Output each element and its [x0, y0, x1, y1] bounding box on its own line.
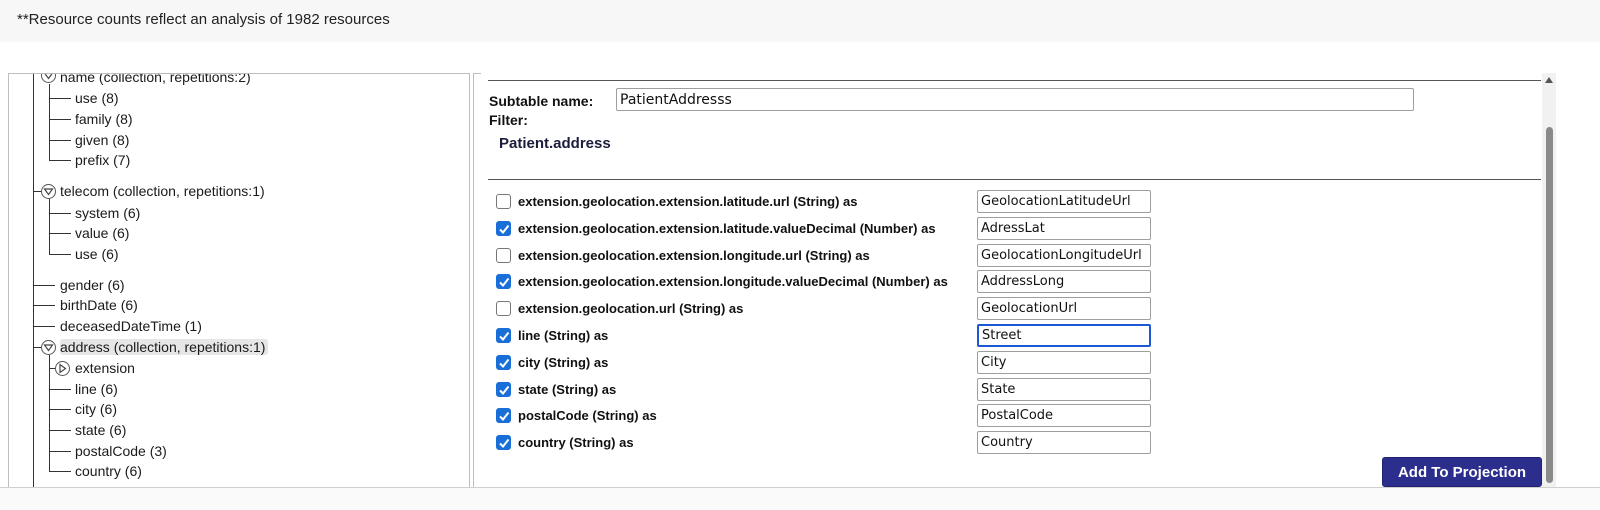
tree-node-address-country[interactable]: country (6)	[75, 463, 142, 479]
field-row-extension-geolocation-extension-longitude-url: extension.geolocation.extension.longitud…	[496, 243, 1156, 268]
field-alias-input[interactable]	[977, 270, 1151, 294]
tree-node-address-extension[interactable]: extension	[75, 360, 135, 376]
collapse-telecom-icon[interactable]	[41, 184, 56, 199]
field-row-country: country (String) as	[496, 431, 1156, 455]
field-alias-input[interactable]	[977, 243, 1151, 267]
field-alias-input[interactable]	[977, 350, 1151, 374]
tree-node-address-city[interactable]: city (6)	[75, 401, 117, 417]
tree-node-gender[interactable]: gender (6)	[60, 277, 125, 293]
resource-tree[interactable]: name (collection, repetitions:2) use (8)…	[8, 73, 481, 487]
field-row-extension-geolocation-extension-longitude-valuedecimal: extension.geolocation.extension.longitud…	[496, 270, 1156, 294]
field-label: line (String) as	[518, 328, 609, 343]
tree-node-name-family[interactable]: family (8)	[75, 111, 133, 127]
field-row-city: city (String) as	[496, 350, 1156, 375]
collapse-name-icon[interactable]	[41, 74, 56, 83]
field-label: extension.geolocation.extension.latitude…	[518, 220, 936, 236]
field-label: country (String) as	[518, 435, 634, 451]
tree-node-telecom-system[interactable]: system (6)	[75, 205, 140, 221]
field-label: extension.geolocation.extension.latitude…	[518, 194, 858, 209]
scroll-thumb[interactable]	[1546, 127, 1553, 483]
field-label: state (String) as	[518, 381, 617, 397]
field-checkbox[interactable]	[496, 328, 511, 343]
fields-divider	[488, 179, 1541, 180]
field-label: city (String) as	[518, 354, 609, 370]
tree-node-birthdate[interactable]: birthDate (6)	[60, 297, 138, 313]
top-divider	[488, 80, 1541, 81]
tree-node-address[interactable]: address (collection, repetitions:1)	[60, 339, 269, 355]
subtable-name-input[interactable]	[616, 88, 1414, 111]
field-label: postalCode (String) as	[518, 408, 657, 424]
field-checkbox[interactable]	[496, 247, 511, 263]
tree-node-telecom-value[interactable]: value (6)	[75, 225, 129, 241]
collapse-address-icon[interactable]	[41, 340, 56, 355]
expand-extension-icon[interactable]	[55, 361, 70, 376]
tree-node-address-state[interactable]: state (6)	[75, 422, 126, 438]
field-row-postalcode: postalCode (String) as	[496, 404, 1156, 428]
field-row-state: state (String) as	[496, 377, 1156, 402]
field-checkbox[interactable]	[496, 408, 511, 424]
field-checkbox[interactable]	[496, 301, 511, 317]
field-alias-input[interactable]	[977, 431, 1151, 455]
tree-node-name-given[interactable]: given (8)	[75, 132, 129, 148]
tree-node-name-prefix[interactable]: prefix (7)	[75, 152, 130, 168]
field-alias-input[interactable]	[977, 324, 1151, 347]
tree-node-deceaseddatetime[interactable]: deceasedDateTime (1)	[60, 318, 202, 334]
field-checkbox[interactable]	[496, 274, 511, 290]
tree-node-name[interactable]: name (collection, repetitions:2)	[60, 74, 251, 85]
field-alias-input[interactable]	[977, 216, 1151, 240]
resource-count-note: **Resource counts reflect an analysis of…	[17, 11, 390, 28]
field-alias-input[interactable]	[977, 297, 1151, 321]
info-banner: **Resource counts reflect an analysis of…	[0, 0, 1600, 42]
filter-label: Filter:	[489, 112, 528, 128]
scroll-up-icon[interactable]	[1545, 77, 1553, 83]
panel-splitter[interactable]	[469, 73, 474, 487]
field-label: extension.geolocation.url (String) as	[518, 301, 744, 317]
field-alias-input[interactable]	[977, 190, 1151, 213]
tree-node-address-line[interactable]: line (6)	[75, 381, 118, 397]
filter-expression: Patient.address	[499, 135, 611, 152]
field-alias-input[interactable]	[977, 404, 1151, 428]
tree-node-name-use[interactable]: use (8)	[75, 90, 119, 106]
field-label: extension.geolocation.extension.longitud…	[518, 247, 870, 263]
field-checkbox[interactable]	[496, 354, 511, 370]
field-checkbox[interactable]	[496, 220, 511, 236]
add-to-projection-button[interactable]: Add To Projection	[1382, 457, 1542, 487]
field-checkbox[interactable]	[496, 435, 511, 451]
field-label: extension.geolocation.extension.longitud…	[518, 274, 948, 290]
subtable-name-label: Subtable name:	[489, 93, 594, 109]
field-checkbox[interactable]	[496, 381, 511, 397]
field-row-extension-geolocation-extension-latitude-valuedecimal: extension.geolocation.extension.latitude…	[496, 216, 1156, 241]
tree-node-telecom[interactable]: telecom (collection, repetitions:1)	[60, 183, 265, 199]
tree-node-telecom-use[interactable]: use (6)	[75, 246, 119, 262]
field-checkbox[interactable]	[496, 194, 511, 209]
field-row-extension-geolocation-extension-latitude-url: extension.geolocation.extension.latitude…	[496, 190, 1156, 214]
vertical-scrollbar[interactable]	[1542, 73, 1556, 487]
field-alias-input[interactable]	[977, 377, 1151, 401]
tree-node-address-postalcode[interactable]: postalCode (3)	[75, 443, 167, 459]
bottom-strip	[0, 487, 1600, 510]
field-row-line: line (String) as	[496, 324, 1156, 348]
field-row-extension-geolocation-url: extension.geolocation.url (String) as	[496, 297, 1156, 321]
